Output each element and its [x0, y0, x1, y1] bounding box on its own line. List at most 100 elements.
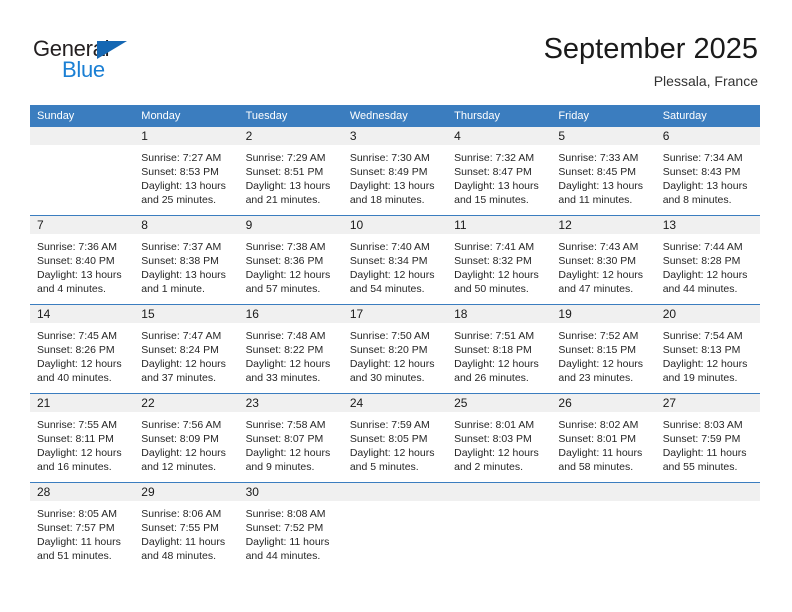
daylight-text-line1: Daylight: 12 hours	[349, 358, 435, 370]
daylight-text-line1: Daylight: 12 hours	[37, 358, 122, 370]
sunset-text: Sunset: 8:26 PM	[37, 344, 115, 356]
day-number: 2	[238, 127, 343, 145]
calendar-cell-day[interactable]: 23 Sunrise: 7:58 AM Sunset: 8:07 PM Dayligh…	[238, 393, 343, 483]
daylight-text-line1: Daylight: 12 hours	[558, 358, 644, 370]
calendar-cell-day[interactable]: 11 Sunrise: 7:41 AM Sunset: 8:32 PM Dayligh…	[447, 215, 552, 305]
sunset-text: Sunset: 8:40 PM	[37, 255, 115, 267]
daylight-text-line2: and 50 minutes.	[454, 283, 529, 295]
calendar-cell-day[interactable]: 3 Sunrise: 7:30 AM Sunset: 8:49 PM Daylight…	[342, 127, 448, 216]
calendar-cell-day[interactable]: 29 Sunrise: 8:06 AM Sunset: 7:55 PM Dayligh…	[134, 482, 239, 571]
daylight-text-line1: Daylight: 12 hours	[662, 269, 748, 281]
day-number: 25	[447, 394, 552, 412]
daylight-text-line1: Daylight: 12 hours	[245, 447, 331, 459]
calendar-cell-day[interactable]: 8 Sunrise: 7:37 AM Sunset: 8:38 PM Daylight…	[134, 215, 239, 305]
calendar-cell-day[interactable]: 14 Sunrise: 7:45 AM Sunset: 8:26 PM Dayligh…	[30, 304, 135, 394]
sunrise-text: Sunrise: 7:56 AM	[141, 419, 222, 431]
sunrise-text: Sunrise: 8:06 AM	[141, 508, 222, 520]
daylight-text-line1: Daylight: 13 hours	[662, 180, 748, 192]
calendar-cell-day[interactable]: 13 Sunrise: 7:44 AM Sunset: 8:28 PM Dayligh…	[655, 215, 760, 305]
general-blue-logo: General Blue	[33, 36, 163, 86]
sunset-text: Sunset: 8:18 PM	[454, 344, 532, 356]
calendar-cell-day[interactable]: 18 Sunrise: 7:51 AM Sunset: 8:18 PM Dayligh…	[447, 304, 552, 394]
calendar-cell-day[interactable]: 27 Sunrise: 8:03 AM Sunset: 7:59 PM Dayligh…	[655, 393, 760, 483]
sunset-text: Sunset: 8:43 PM	[662, 166, 741, 178]
calendar-week-row: 7 Sunrise: 7:36 AM Sunset: 8:40 PM Daylight…	[30, 215, 760, 305]
daylight-text-line1: Daylight: 13 hours	[141, 180, 226, 192]
day-details: Sunrise: 7:40 AM Sunset: 8:34 PM Daylight:…	[343, 234, 447, 296]
page-title: September 2025	[543, 33, 758, 65]
daylight-text-line1: Daylight: 12 hours	[662, 358, 748, 370]
calendar-cell-day[interactable]: 24 Sunrise: 7:59 AM Sunset: 8:05 PM Dayligh…	[342, 393, 448, 483]
day-details: Sunrise: 7:27 AM Sunset: 8:53 PM Daylight:…	[134, 145, 238, 207]
daylight-text-line1: Daylight: 12 hours	[349, 447, 435, 459]
weekday-header-friday: Friday	[551, 105, 656, 127]
sunset-text: Sunset: 8:45 PM	[558, 166, 637, 178]
day-details: Sunrise: 7:33 AM Sunset: 8:45 PM Daylight:…	[551, 145, 655, 207]
calendar-cell-day[interactable]: 1 Sunrise: 7:27 AM Sunset: 8:53 PM Daylight…	[134, 127, 239, 216]
day-cell: 17 Sunrise: 7:50 AM Sunset: 8:20 PM Dayligh…	[342, 305, 448, 393]
calendar-cell-empty	[655, 482, 760, 571]
daylight-text-line1: Daylight: 13 hours	[245, 180, 331, 192]
calendar-week-row: 1 Sunrise: 7:27 AM Sunset: 8:53 PM Daylight…	[30, 127, 760, 216]
day-number	[342, 483, 448, 501]
calendar-cell-day[interactable]: 7 Sunrise: 7:36 AM Sunset: 8:40 PM Daylight…	[30, 215, 135, 305]
calendar-cell-day[interactable]: 22 Sunrise: 7:56 AM Sunset: 8:09 PM Dayligh…	[134, 393, 239, 483]
calendar-cell-day[interactable]: 5 Sunrise: 7:33 AM Sunset: 8:45 PM Daylight…	[551, 127, 656, 216]
calendar-cell-day[interactable]: 19 Sunrise: 7:52 AM Sunset: 8:15 PM Dayligh…	[551, 304, 656, 394]
day-number: 8	[134, 216, 239, 234]
calendar-cell-day[interactable]: 30 Sunrise: 8:08 AM Sunset: 7:52 PM Dayligh…	[238, 482, 343, 571]
sunset-text: Sunset: 8:07 PM	[245, 433, 324, 445]
weekday-header-saturday: Saturday	[655, 105, 760, 127]
daylight-text-line2: and 55 minutes.	[662, 461, 738, 473]
calendar-cell-day[interactable]: 21 Sunrise: 7:55 AM Sunset: 8:11 PM Dayligh…	[30, 393, 135, 483]
calendar-week-row: 21 Sunrise: 7:55 AM Sunset: 8:11 PM Dayligh…	[30, 393, 760, 483]
sunrise-text: Sunrise: 7:41 AM	[454, 241, 535, 253]
daylight-text-line1: Daylight: 13 hours	[558, 180, 644, 192]
calendar-cell-day[interactable]: 2 Sunrise: 7:29 AM Sunset: 8:51 PM Daylight…	[238, 127, 343, 216]
calendar-table: Sunday Monday Tuesday Wednesday Thursday Frid…	[30, 105, 760, 571]
sunset-text: Sunset: 8:09 PM	[141, 433, 219, 445]
sunset-text: Sunset: 8:30 PM	[558, 255, 637, 267]
day-cell: 30 Sunrise: 8:08 AM Sunset: 7:52 PM Dayligh…	[238, 483, 343, 571]
daylight-text-line2: and 12 minutes.	[141, 461, 216, 473]
calendar-cell-day[interactable]: 4 Sunrise: 7:32 AM Sunset: 8:47 PM Daylight…	[447, 127, 552, 216]
daylight-text-line2: and 9 minutes.	[245, 461, 315, 473]
sunset-text: Sunset: 8:28 PM	[662, 255, 741, 267]
sunset-text: Sunset: 8:15 PM	[558, 344, 637, 356]
sunset-text: Sunset: 7:52 PM	[245, 522, 324, 534]
daylight-text-line2: and 19 minutes.	[662, 372, 738, 384]
daylight-text-line1: Daylight: 12 hours	[454, 269, 539, 281]
day-cell: 16 Sunrise: 7:48 AM Sunset: 8:22 PM Dayligh…	[238, 305, 343, 393]
day-details: Sunrise: 8:05 AM Sunset: 7:57 PM Daylight:…	[30, 501, 134, 563]
sunset-text: Sunset: 8:51 PM	[245, 166, 324, 178]
daylight-text-line1: Daylight: 11 hours	[141, 536, 226, 548]
day-details: Sunrise: 7:52 AM Sunset: 8:15 PM Daylight:…	[551, 323, 655, 385]
page-header: General Blue September 2025 Plessala, Fr…	[0, 0, 792, 100]
day-number: 17	[342, 305, 448, 323]
weekday-header-sunday: Sunday	[30, 105, 135, 127]
day-number: 24	[342, 394, 448, 412]
day-cell: 4 Sunrise: 7:32 AM Sunset: 8:47 PM Daylight…	[447, 127, 552, 215]
daylight-text-line2: and 30 minutes.	[349, 372, 425, 384]
calendar-cell-day[interactable]: 15 Sunrise: 7:47 AM Sunset: 8:24 PM Dayligh…	[134, 304, 239, 394]
calendar-cell-day[interactable]: 25 Sunrise: 8:01 AM Sunset: 8:03 PM Dayligh…	[447, 393, 552, 483]
day-details: Sunrise: 7:50 AM Sunset: 8:20 PM Daylight:…	[343, 323, 447, 385]
calendar-cell-day[interactable]: 12 Sunrise: 7:43 AM Sunset: 8:30 PM Dayligh…	[551, 215, 656, 305]
calendar-cell-day[interactable]: 26 Sunrise: 8:02 AM Sunset: 8:01 PM Dayligh…	[551, 393, 656, 483]
calendar-cell-day[interactable]: 10 Sunrise: 7:40 AM Sunset: 8:34 PM Dayligh…	[342, 215, 448, 305]
calendar-cell-day[interactable]: 17 Sunrise: 7:50 AM Sunset: 8:20 PM Dayligh…	[342, 304, 448, 394]
sunrise-text: Sunrise: 7:29 AM	[245, 152, 326, 164]
calendar-cell-day[interactable]: 16 Sunrise: 7:48 AM Sunset: 8:22 PM Dayligh…	[238, 304, 343, 394]
day-cell	[655, 483, 760, 571]
day-number: 18	[447, 305, 552, 323]
calendar-cell-day[interactable]: 20 Sunrise: 7:54 AM Sunset: 8:13 PM Dayligh…	[655, 304, 760, 394]
day-details: Sunrise: 7:36 AM Sunset: 8:40 PM Daylight:…	[30, 234, 134, 296]
day-number: 12	[551, 216, 656, 234]
calendar-cell-day[interactable]: 6 Sunrise: 7:34 AM Sunset: 8:43 PM Daylight…	[655, 127, 760, 216]
sunset-text: Sunset: 8:47 PM	[454, 166, 532, 178]
day-number: 29	[134, 483, 239, 501]
calendar-cell-day[interactable]: 9 Sunrise: 7:38 AM Sunset: 8:36 PM Daylight…	[238, 215, 343, 305]
day-details: Sunrise: 7:48 AM Sunset: 8:22 PM Daylight:…	[239, 323, 343, 385]
calendar-cell-day[interactable]: 28 Sunrise: 8:05 AM Sunset: 7:57 PM Dayligh…	[30, 482, 135, 571]
day-details: Sunrise: 7:45 AM Sunset: 8:26 PM Daylight:…	[30, 323, 134, 385]
